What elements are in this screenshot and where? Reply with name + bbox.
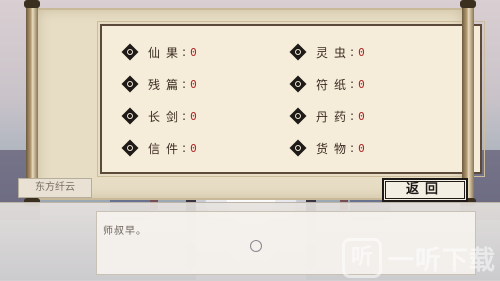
item-label: 仙果 — [148, 45, 185, 60]
diamond-bullet-icon — [121, 107, 139, 125]
inventory-item[interactable]: 残篇 : 0 — [121, 74, 197, 94]
item-label: 丹药 — [316, 109, 353, 124]
item-colon: : — [350, 141, 355, 155]
item-label: 残篇 — [148, 77, 185, 92]
inventory-item[interactable]: 货物 : 0 — [289, 138, 365, 158]
return-button[interactable]: 返回 — [382, 178, 468, 202]
dialog-text: 师叔早。 — [103, 226, 147, 237]
item-colon: : — [182, 141, 187, 155]
item-count: 0 — [190, 141, 197, 155]
item-label: 灵虫 — [316, 45, 353, 60]
inventory-item[interactable]: 灵虫 : 0 — [289, 42, 365, 62]
scroll-cap — [24, 0, 40, 8]
inventory-panel: 仙果 : 0 残篇 : 0 长剑 : 0 信件 : 0 灵虫: 0 符纸: … — [97, 21, 485, 177]
item-colon: : — [182, 45, 187, 59]
item-colon: : — [182, 109, 187, 123]
scroll-cap — [460, 0, 476, 8]
item-label: 信件 — [148, 141, 185, 156]
item-count: 0 — [358, 109, 365, 123]
scroll-rod-left — [26, 2, 38, 202]
watermark-text: 一听下载 — [388, 245, 497, 276]
inventory-item[interactable]: 长剑 : 0 — [121, 106, 197, 126]
watermark-logo-icon: 听 — [342, 238, 382, 278]
diamond-bullet-icon — [289, 107, 307, 125]
diamond-bullet-icon — [121, 139, 139, 157]
item-colon: : — [350, 45, 355, 59]
speaker-name-plate: 东方纤云 — [18, 178, 92, 198]
item-count: 0 — [358, 141, 365, 155]
watermark: 听 一听下载 — [342, 238, 496, 278]
inventory-item[interactable]: 信件 : 0 — [121, 138, 197, 158]
diamond-bullet-icon — [121, 75, 139, 93]
item-count: 0 — [190, 45, 197, 59]
diamond-bullet-icon — [289, 75, 307, 93]
item-count: 0 — [358, 45, 365, 59]
item-count: 0 — [190, 77, 197, 91]
item-colon: : — [182, 77, 187, 91]
item-label: 符纸 — [316, 77, 353, 92]
item-colon: : — [350, 109, 355, 123]
diamond-bullet-icon — [121, 43, 139, 61]
inventory-item[interactable]: 符纸 : 0 — [289, 74, 365, 94]
scroll-rod-right — [462, 2, 474, 202]
diamond-bullet-icon — [289, 139, 307, 157]
item-label: 货物 — [316, 141, 353, 156]
item-label: 长剑 — [148, 109, 185, 124]
inventory-item[interactable]: 丹药 : 0 — [289, 106, 365, 126]
inventory-scroll: 仙果 : 0 残篇 : 0 长剑 : 0 信件 : 0 灵虫: 0 符纸: … — [38, 8, 485, 200]
ornament-icon — [250, 240, 262, 252]
diamond-bullet-icon — [289, 43, 307, 61]
item-count: 0 — [190, 109, 197, 123]
item-colon: : — [350, 77, 355, 91]
item-count: 0 — [358, 77, 365, 91]
inventory-item[interactable]: 仙果 : 0 — [121, 42, 197, 62]
